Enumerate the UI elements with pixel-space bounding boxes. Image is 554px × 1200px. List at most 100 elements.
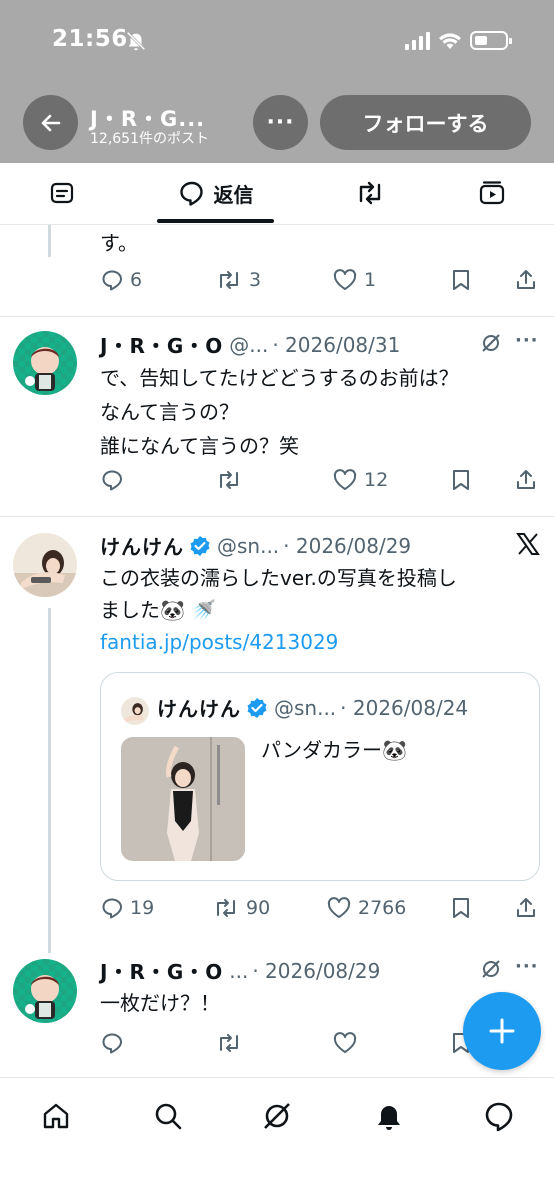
repost-icon (220, 471, 238, 489)
display-name[interactable]: けんけん (100, 531, 184, 560)
repost-icon (359, 181, 381, 205)
thread-line (48, 608, 51, 953)
share-icon[interactable] (514, 268, 538, 292)
repost-icon[interactable] (215, 1031, 243, 1055)
tweet-actions: 12 (100, 468, 540, 498)
heart-icon[interactable] (332, 1031, 358, 1055)
tweet-text-line: なんて言うの？ (100, 400, 239, 424)
tweet-text: す。 (100, 231, 138, 255)
reply-icon[interactable] (100, 1031, 124, 1055)
quote-date: · 2026/08/24 (340, 695, 469, 720)
reply-bubble-icon (179, 181, 203, 206)
search-icon[interactable] (152, 1100, 184, 1132)
repost-count: 90 (246, 897, 271, 919)
quote-header: けんけん @sn... · 2026/08/24 (157, 693, 468, 722)
share-icon[interactable] (514, 468, 538, 492)
avatar[interactable] (13, 959, 77, 1023)
wifi-icon (439, 32, 461, 49)
tweet-header: けんけん @sn... · 2026/08/29 (100, 531, 411, 560)
share-icon[interactable] (514, 896, 538, 920)
grok-icon[interactable] (480, 332, 502, 354)
user-handle[interactable]: ... (229, 959, 248, 983)
tab-reposts[interactable] (338, 163, 402, 223)
user-handle[interactable]: @... (229, 333, 268, 357)
messages-icon[interactable] (483, 1100, 515, 1132)
thread-line (48, 225, 51, 257)
heart-icon (327, 897, 351, 918)
signal-icon (405, 31, 430, 50)
post-date[interactable]: · 2026/08/29 (283, 534, 411, 558)
tweet-actions: 6 3 1 (100, 268, 540, 298)
quote-avatar (121, 697, 149, 725)
like-count: 1 (364, 269, 377, 291)
quoted-post[interactable]: けんけん @sn... · 2026/08/24 パンダカラー🐼 (100, 672, 540, 881)
avatar[interactable] (13, 331, 77, 395)
tweet-text-line: ました🐼 🚿 (100, 598, 217, 622)
avatar[interactable] (13, 533, 77, 597)
post-date[interactable]: · 2026/08/31 (272, 333, 400, 357)
verified-badge-icon (247, 697, 267, 718)
repost-button[interactable]: 3 (215, 268, 261, 292)
quote-handle: @sn... (274, 695, 337, 720)
tab-replies[interactable]: 返信 (157, 163, 274, 223)
arrow-left-icon (41, 114, 60, 131)
heart-icon (333, 469, 357, 490)
tweet-header: J・R・G・O ... · 2026/08/29 (100, 956, 380, 985)
plus-icon (489, 1018, 515, 1044)
display-name[interactable]: J・R・G・O (100, 330, 223, 359)
grok-icon[interactable] (261, 1100, 293, 1132)
display-name[interactable]: J・R・G・O (100, 956, 223, 985)
notifications-bell-icon[interactable] (373, 1100, 405, 1132)
divider (0, 316, 554, 317)
profile-tabs: 返信 (0, 163, 554, 225)
repost-icon (217, 899, 235, 917)
verified-badge-icon (190, 535, 210, 556)
tweet-text-line: この衣装の濡らしたver.の写真を投稿し (100, 566, 457, 590)
bookmark-icon[interactable] (450, 268, 472, 292)
tweet-header: J・R・G・O @... · 2026/08/31 (100, 330, 400, 359)
bottom-navigation (0, 1077, 554, 1200)
tweet-more-icon[interactable]: ··· (515, 330, 539, 351)
more-button[interactable]: ··· (253, 95, 308, 150)
reply-button[interactable]: 19 (100, 896, 154, 920)
post-date[interactable]: · 2026/08/29 (252, 959, 380, 983)
heart-icon (333, 269, 357, 290)
grok-icon[interactable] (480, 958, 502, 980)
post-count: 12,651件のポスト (90, 131, 209, 147)
video-icon (479, 181, 505, 205)
tweet-text-line: 一枚だけ？！ (100, 991, 220, 1015)
tweet-text-line: 誰になんて言うの？笑 (100, 434, 299, 458)
quote-media-thumbnail[interactable] (121, 737, 245, 861)
reply-button[interactable] (100, 468, 130, 492)
tab-posts[interactable] (30, 163, 94, 223)
user-handle[interactable]: @sn... (217, 534, 279, 558)
like-button[interactable]: 1 (332, 268, 376, 292)
bookmark-icon[interactable] (450, 468, 472, 492)
tweet-link[interactable]: fantia.jp/posts/4213029 (100, 625, 338, 659)
quote-display-name: けんけん (157, 697, 241, 721)
reply-button[interactable]: 6 (100, 268, 142, 292)
back-button[interactable] (23, 95, 78, 150)
document-icon (50, 182, 74, 204)
like-button[interactable]: 2766 (326, 896, 406, 920)
repost-icon (220, 271, 238, 289)
reply-count: 19 (130, 897, 155, 919)
repost-button[interactable]: 90 (212, 896, 270, 920)
repost-button[interactable] (215, 468, 249, 492)
status-time: 21:56 (52, 26, 128, 52)
tweet-more-icon[interactable]: ··· (515, 956, 539, 977)
battery-icon (470, 31, 512, 50)
quote-text: パンダカラー🐼 (261, 738, 407, 762)
bookmark-icon[interactable] (450, 896, 472, 920)
home-icon[interactable] (40, 1100, 72, 1132)
bell-muted-icon (126, 31, 146, 51)
compose-button[interactable] (463, 992, 541, 1070)
reply-icon (102, 470, 122, 491)
like-button[interactable]: 12 (332, 468, 388, 492)
active-tab-indicator (157, 219, 274, 223)
reply-icon (102, 270, 122, 291)
like-count: 12 (364, 469, 389, 491)
tab-media[interactable] (460, 163, 524, 223)
divider (0, 516, 554, 517)
follow-button[interactable]: フォローする (320, 95, 531, 150)
